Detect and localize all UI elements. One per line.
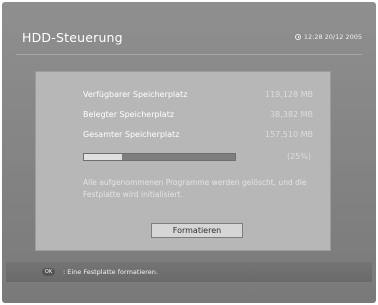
datetime-display: 12:28 20/12 2005 — [294, 33, 362, 41]
usage-progress-fill — [84, 154, 122, 160]
available-space-label: Verfügbarer Speicherplatz — [83, 90, 188, 99]
hdd-control-screen: HDD-Steuerung 12:28 20/12 2005 Verfügbar… — [2, 2, 376, 303]
total-space-label: Gesamter Speicherplatz — [83, 130, 180, 139]
usage-progress-bar — [83, 153, 236, 161]
total-space-value: 157,510 MB — [264, 130, 313, 139]
used-space-value: 38,382 MB — [270, 110, 313, 119]
format-button[interactable]: Formatieren — [151, 223, 243, 238]
help-hint: : Eine Festplatte formatieren. — [63, 268, 158, 276]
available-space-value: 119,128 MB — [264, 90, 313, 99]
clock-icon — [294, 34, 301, 40]
help-bar: OK : Eine Festplatte formatieren. — [6, 262, 372, 282]
usage-percent: (25%) — [286, 152, 311, 161]
used-space-label: Belegter Speicherplatz — [83, 110, 175, 119]
title-divider — [16, 54, 362, 55]
page-title: HDD-Steuerung — [22, 30, 123, 45]
hdd-info-panel: Verfügbarer Speicherplatz 119,128 MB Bel… — [35, 71, 331, 251]
ok-key-icon: OK — [42, 268, 55, 276]
format-warning-message: Alle aufgenommenen Programme werden gelö… — [83, 178, 307, 199]
datetime-text: 12:28 20/12 2005 — [303, 33, 362, 41]
